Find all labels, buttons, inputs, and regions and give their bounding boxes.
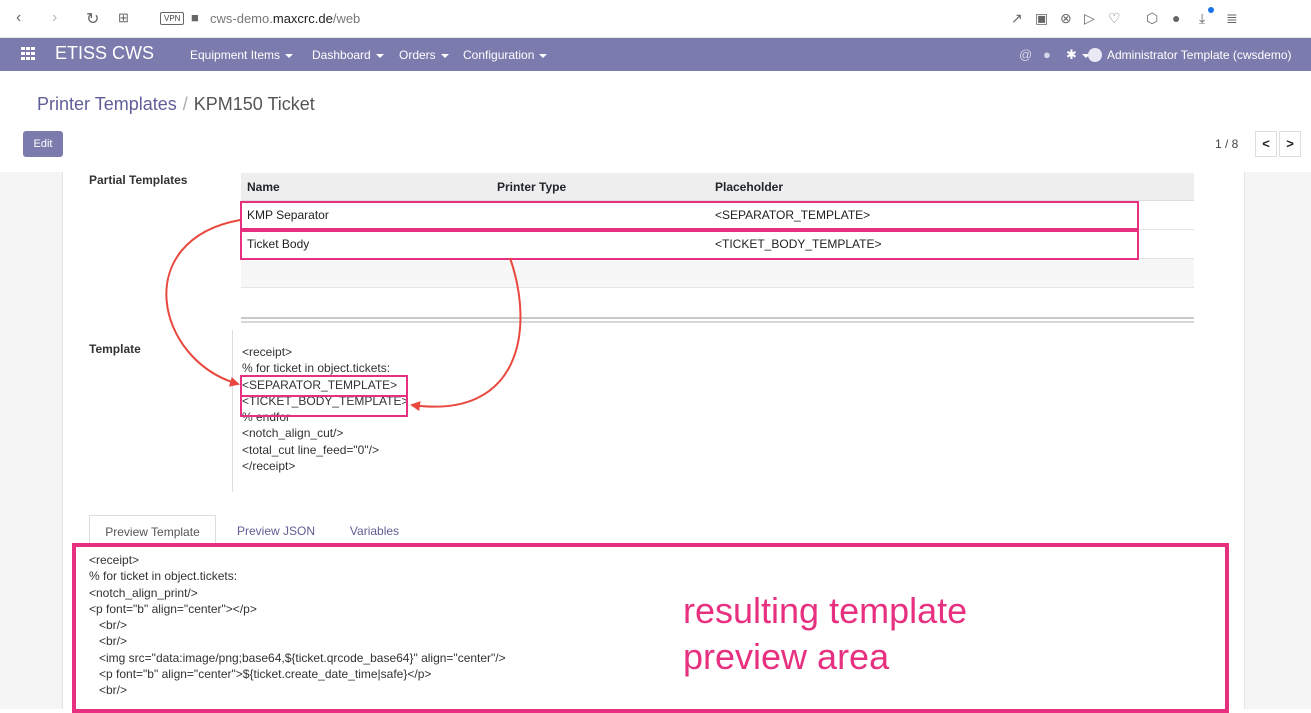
tab-variables[interactable]: Variables — [337, 515, 412, 546]
arrow-separator — [165, 219, 241, 387]
preview-line: <notch_align_print/> — [89, 585, 198, 600]
preview-line: <p font="b" align="center">${ticket.crea… — [89, 667, 432, 682]
preview-annotation: resulting template preview area — [683, 590, 968, 677]
preview-code: <receipt> % for ticket in object.tickets:… — [89, 552, 506, 699]
preview-line: <img src="data:image/png;base64,${ticket… — [89, 650, 506, 665]
preview-line: <receipt> — [89, 553, 140, 567]
preview-line: <br/> — [89, 634, 128, 649]
tab-preview-template[interactable]: Preview Template — [89, 515, 216, 546]
tab-preview-json[interactable]: Preview JSON — [225, 515, 327, 546]
preview-line: <br/> — [89, 618, 128, 633]
preview-line: % for ticket in object.tickets: — [89, 569, 238, 584]
preview-line: <br/> — [89, 683, 128, 698]
arrow-ticket-body — [410, 257, 522, 412]
preview-line: <p font="b" align="center"></p> — [89, 601, 257, 616]
